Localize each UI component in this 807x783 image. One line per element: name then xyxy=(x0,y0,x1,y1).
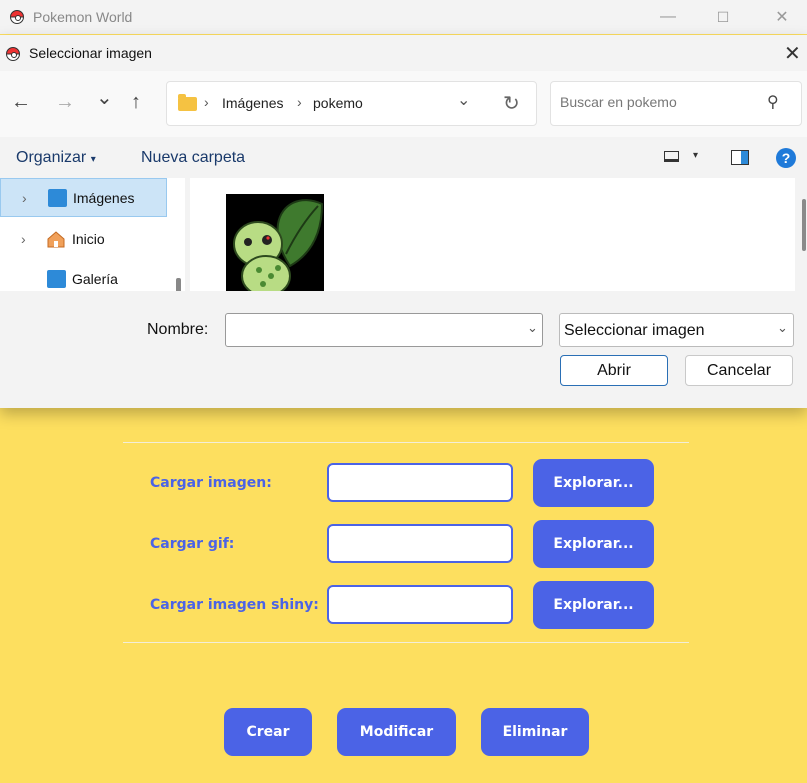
load-gif-label: Cargar gif: xyxy=(150,536,235,552)
search-input[interactable] xyxy=(560,94,760,110)
filename-label: Nombre: xyxy=(147,321,209,338)
chevron-down-icon[interactable]: ⌄ xyxy=(777,320,788,336)
dialog-titlebar: Seleccionar imagen ✕ xyxy=(0,35,807,71)
load-gif-input[interactable] xyxy=(327,524,513,563)
sidebar-item-label: Inicio xyxy=(72,230,105,247)
sidebar-item-home[interactable]: › Inicio xyxy=(0,219,167,258)
main-titlebar: Pokemon World — ☐ ✕ xyxy=(0,0,807,34)
explore-gif-button[interactable]: Explorar... xyxy=(533,520,654,568)
dialog-footer: Nombre: ⌄ Seleccionar imagen ⌄ Abrir Can… xyxy=(0,291,807,408)
sidebar-item-label: Galería xyxy=(72,270,118,287)
recent-chevron-icon[interactable]: ⌄ xyxy=(96,85,113,110)
breadcrumb-chevron-icon: › xyxy=(297,94,302,110)
address-bar[interactable]: › Imágenes › pokemo ⌄ ↻ xyxy=(166,81,537,126)
nav-pane-scrollbar[interactable] xyxy=(176,278,181,291)
file-dialog: Seleccionar imagen ✕ ← → ⌄ ↑ › Imágenes … xyxy=(0,35,807,408)
cancel-button[interactable]: Cancelar xyxy=(685,355,793,386)
top-divider xyxy=(123,442,689,443)
view-icon[interactable] xyxy=(664,151,679,162)
filetype-select[interactable]: Seleccionar imagen ⌄ xyxy=(559,313,794,347)
bottom-divider xyxy=(123,642,689,643)
new-folder-button[interactable]: Nueva carpeta xyxy=(141,149,245,167)
filename-input[interactable] xyxy=(232,321,512,338)
pictures-icon xyxy=(48,188,67,207)
modify-button[interactable]: Modificar xyxy=(337,708,456,756)
load-shiny-input[interactable] xyxy=(327,585,513,624)
refresh-icon[interactable]: ↻ xyxy=(503,91,520,116)
open-button[interactable]: Abrir xyxy=(560,355,668,386)
dialog-navbar: ← → ⌄ ↑ › Imágenes › pokemo ⌄ ↻ ⚲ xyxy=(0,71,807,137)
breadcrumb-chevron-icon: › xyxy=(204,94,209,110)
back-arrow-icon[interactable]: ← xyxy=(11,91,31,114)
view-dropdown-icon[interactable]: ▾ xyxy=(693,150,698,161)
organize-button[interactable]: Organizar ▾ xyxy=(16,149,96,167)
image-thumbnail[interactable] xyxy=(226,194,324,291)
close-button[interactable]: ✕ xyxy=(759,0,805,34)
chevron-down-icon[interactable]: ⌄ xyxy=(527,320,538,336)
search-box[interactable]: ⚲ xyxy=(550,81,802,126)
sidebar-item-images[interactable]: › Imágenes xyxy=(0,178,167,217)
file-list-scrollbar[interactable] xyxy=(802,199,806,251)
sidebar-item-label: Imágenes xyxy=(73,189,135,206)
dialog-pokeball-icon xyxy=(6,47,20,61)
dialog-title: Seleccionar imagen xyxy=(29,45,152,61)
create-button[interactable]: Crear xyxy=(224,708,312,756)
minimize-button[interactable]: — xyxy=(645,0,691,34)
forward-arrow-icon[interactable]: → xyxy=(55,91,75,114)
chikorita-image xyxy=(233,199,324,291)
app-title: Pokemon World xyxy=(33,9,133,25)
up-arrow-icon[interactable]: ↑ xyxy=(131,91,141,114)
home-icon xyxy=(47,230,65,247)
app-pokeball-icon xyxy=(10,10,24,24)
nav-pane: › Imágenes › Inicio Galería xyxy=(0,178,185,291)
gallery-icon xyxy=(47,269,66,288)
chevron-right-icon[interactable]: › xyxy=(22,190,27,206)
load-shiny-label: Cargar imagen shiny: xyxy=(150,597,319,613)
breadcrumb-pokemo[interactable]: pokemo xyxy=(313,95,363,111)
sidebar-item-gallery[interactable]: Galería xyxy=(0,259,167,291)
filetype-value: Seleccionar imagen xyxy=(564,322,705,339)
preview-pane-icon[interactable] xyxy=(731,150,749,165)
maximize-button[interactable]: ☐ xyxy=(700,0,746,34)
load-image-input[interactable] xyxy=(327,463,513,502)
help-icon[interactable]: ? xyxy=(776,148,796,168)
file-list xyxy=(190,178,795,291)
search-icon[interactable]: ⚲ xyxy=(767,92,779,112)
folder-icon xyxy=(178,94,197,111)
chevron-right-icon[interactable]: › xyxy=(21,231,26,247)
dialog-close-button[interactable]: ✕ xyxy=(784,41,801,66)
filename-combobox[interactable]: ⌄ xyxy=(225,313,543,347)
load-image-label: Cargar imagen: xyxy=(150,475,272,491)
breadcrumb-images[interactable]: Imágenes xyxy=(222,95,283,111)
delete-button[interactable]: Eliminar xyxy=(481,708,589,756)
address-dropdown-icon[interactable]: ⌄ xyxy=(457,90,470,110)
dialog-toolbar: Organizar ▾ Nueva carpeta ▾ ? xyxy=(0,137,807,179)
explore-shiny-button[interactable]: Explorar... xyxy=(533,581,654,629)
explore-image-button[interactable]: Explorar... xyxy=(533,459,654,507)
